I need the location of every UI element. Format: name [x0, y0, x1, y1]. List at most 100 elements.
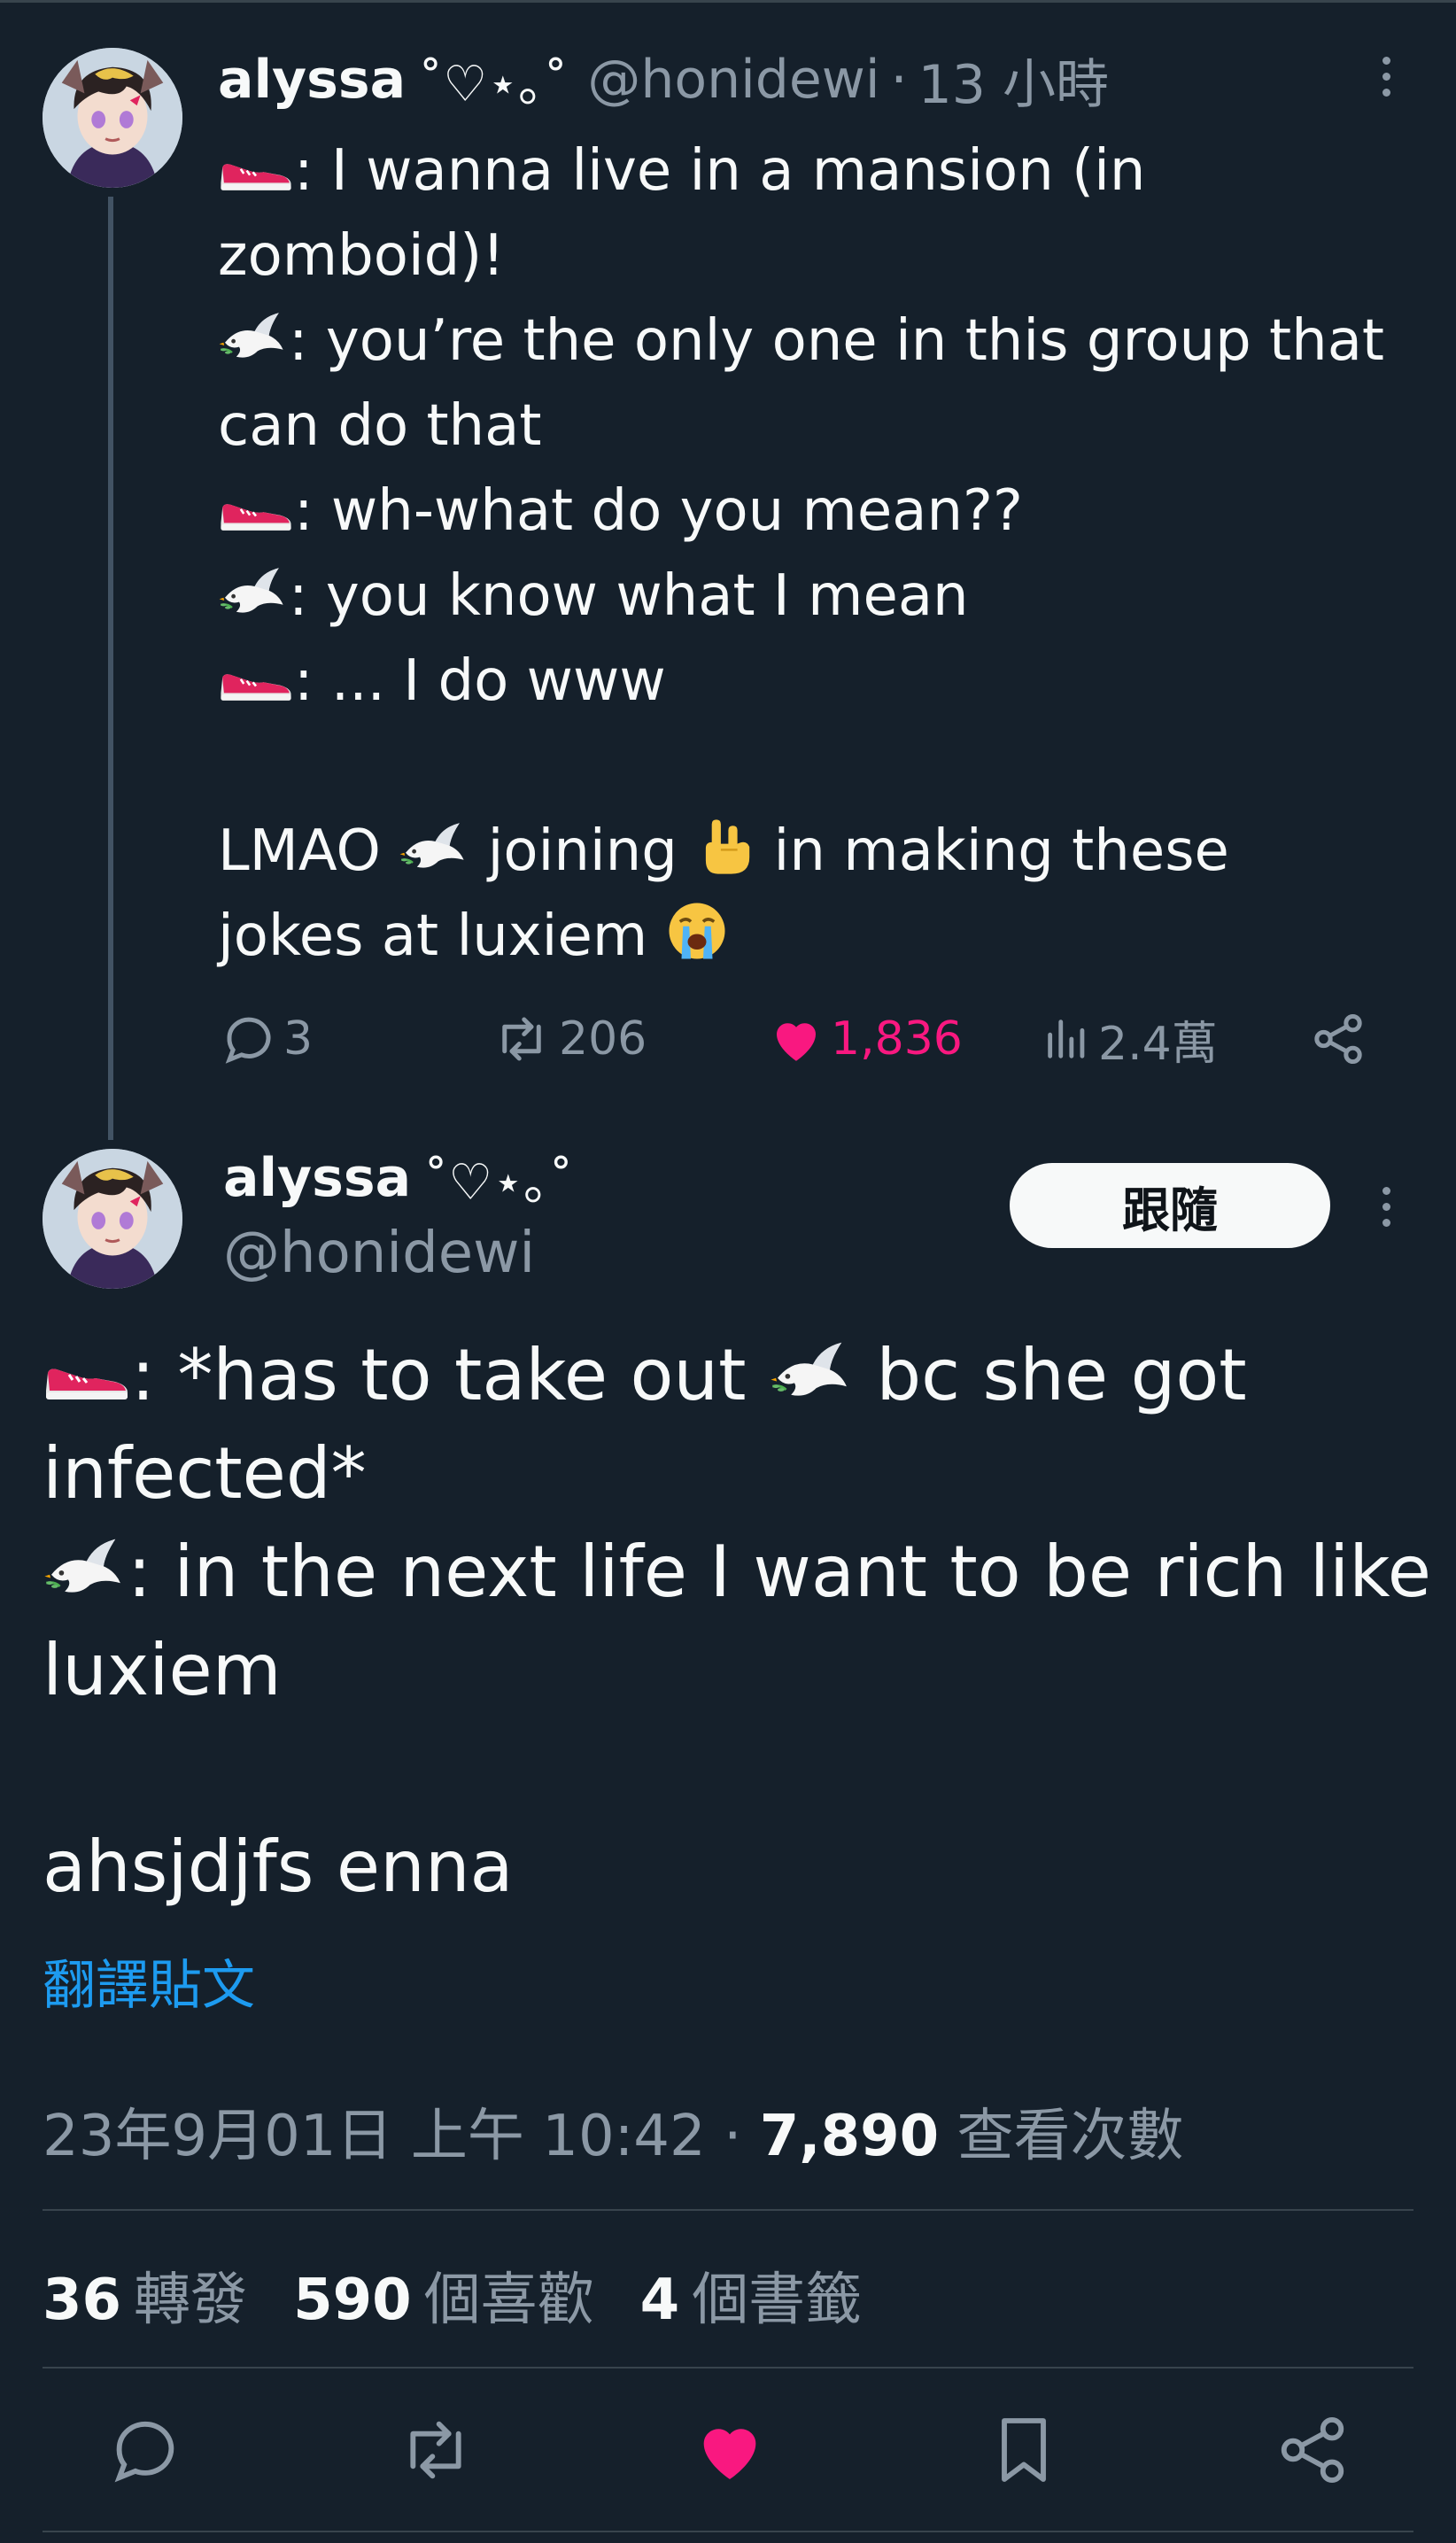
- tweet-line: : ... I do www: [218, 639, 1413, 724]
- retweet-icon: [410, 2421, 461, 2479]
- name-decoration: ˚♡⋆｡˚: [418, 55, 569, 113]
- dove-icon: [218, 565, 289, 622]
- views-button[interactable]: 2.4萬: [1042, 1001, 1218, 1077]
- header-separator: ·: [890, 49, 908, 111]
- dove-icon: [769, 1339, 854, 1407]
- avatar[interactable]: [43, 48, 182, 188]
- author-name[interactable]: alyssa: [223, 1147, 411, 1209]
- tweet-line-text: : ... I do www: [294, 648, 666, 714]
- tweet-line-text: infected*: [43, 1432, 367, 1515]
- retweet-button[interactable]: [397, 2411, 475, 2489]
- tweet-line: can do that: [218, 384, 1413, 469]
- bookmarks-stat[interactable]: 4 個書籤: [640, 2254, 863, 2336]
- sneaker-icon: [218, 491, 294, 537]
- like-count: 1,836: [831, 1012, 963, 1066]
- reply-button[interactable]: [106, 2411, 184, 2489]
- views-count: 7,890: [759, 2104, 940, 2169]
- tweet-line: jokes at luxiem: [218, 894, 1413, 979]
- retweets-label: 轉發: [134, 2268, 248, 2333]
- divider: [43, 2367, 1413, 2369]
- main-tweet-text: : *has to take out bc she got infected* …: [43, 1326, 1431, 1916]
- name-decoration: ˚♡⋆｡˚: [423, 1153, 574, 1212]
- tweet-line: : wh-what do you mean??: [218, 469, 1413, 554]
- retweets-stat[interactable]: 36 轉發: [43, 2254, 247, 2336]
- tweet-line: : I wanna live in a mansion (in: [218, 128, 1413, 213]
- tweet-line: ahsjdjfs enna: [43, 1818, 1424, 1916]
- sneaker-icon: [218, 151, 294, 197]
- tweet-line-text: jokes at luxiem: [218, 903, 666, 969]
- retweet-button[interactable]: 206: [490, 1001, 647, 1077]
- crying-face-icon: [666, 900, 728, 962]
- parent-tweet-header: alyssa ˚♡⋆｡˚ @honidewi · 13 小時: [218, 44, 1109, 116]
- tweet-line: : in the next life I want to be rich lik…: [43, 1523, 1431, 1621]
- avatar-image: [43, 48, 182, 188]
- heart-icon: [777, 1023, 816, 1061]
- main-tweet-author: alyssa ˚♡⋆｡˚: [223, 1143, 573, 1213]
- tweet-line-text: : *has to take out: [131, 1334, 769, 1416]
- follow-button[interactable]: 跟隨: [1010, 1163, 1330, 1248]
- sneaker-icon: [218, 661, 294, 707]
- avatar[interactable]: [43, 1149, 182, 1289]
- author-handle[interactable]: @honidewi: [223, 1221, 535, 1286]
- tweet-meta: 23年9月01日 上午 10:42 · 7,890 查看次數: [43, 2090, 1184, 2172]
- tweet-line-text: joining: [469, 818, 696, 884]
- tweet-line-text: ahsjdjfs enna: [43, 1826, 514, 1908]
- views-count: 2.4萬: [1098, 1017, 1218, 1071]
- bookmark-button[interactable]: [985, 2411, 1063, 2489]
- tweet-line-text: : wh-what do you mean??: [294, 478, 1023, 544]
- tweet-line-text: LMAO: [218, 818, 399, 884]
- bookmarks-label: 個書籤: [692, 2268, 863, 2333]
- likes-stat[interactable]: 590 個喜歡: [293, 2254, 594, 2336]
- top-divider: [0, 0, 1456, 3]
- like-button[interactable]: [691, 2411, 769, 2489]
- tweet-line: luxiem: [43, 1621, 1424, 1719]
- tweet-time[interactable]: 13 小時: [918, 42, 1109, 119]
- bookmarks-count: 4: [639, 2268, 680, 2333]
- engagement-stats: 36 轉發 590 個喜歡 4 個書籤: [43, 2254, 862, 2336]
- share-button[interactable]: [1274, 2411, 1351, 2489]
- like-button[interactable]: 1,836: [767, 1001, 963, 1077]
- views-bar-chart-icon: [1048, 1020, 1085, 1058]
- reply-count: 3: [283, 1012, 314, 1066]
- tweet-line-text: : you know what I mean: [289, 563, 969, 629]
- tweet-line: zomboid)!: [218, 213, 1413, 298]
- tweet-line-text: can do that: [218, 393, 542, 459]
- retweet-icon: [502, 1017, 541, 1061]
- tweet-timestamp[interactable]: 23年9月01日 上午 10:42: [43, 2104, 706, 2169]
- reply-button[interactable]: 3: [220, 1001, 313, 1077]
- bookmark-icon: [1002, 2418, 1046, 2482]
- meta-separator: ·: [724, 2104, 742, 2169]
- more-options-icon[interactable]: [1368, 41, 1404, 112]
- share-icon: [1281, 2416, 1344, 2484]
- tweet-line-text: in making these: [755, 818, 1229, 884]
- tweet-line-text: : in the next life I want to be rich lik…: [128, 1531, 1431, 1613]
- translate-post-link[interactable]: 翻譯貼文: [43, 1942, 255, 2020]
- tweet-line: LMAO joining in making these: [218, 809, 1413, 894]
- author-handle[interactable]: @honidewi: [587, 49, 879, 111]
- author-name[interactable]: alyssa: [218, 49, 406, 111]
- tweet-line: : you’re the only one in this group that: [218, 298, 1413, 384]
- tweet-line-text: : I wanna live in a mansion (in: [294, 138, 1146, 204]
- dove-icon: [218, 310, 289, 367]
- reply-icon: [114, 2421, 174, 2483]
- reply-icon: [225, 1017, 271, 1064]
- heart-icon: [703, 2429, 756, 2479]
- dove-icon: [43, 1536, 128, 1603]
- share-icon: [1314, 1013, 1362, 1065]
- share-button[interactable]: [1309, 1001, 1367, 1077]
- divider: [43, 2531, 1413, 2532]
- tweet-line: infected*: [43, 1424, 1424, 1523]
- avatar-image: [43, 1149, 182, 1289]
- tweet-line-text: zomboid)!: [218, 223, 505, 289]
- tweet-line-text: luxiem: [43, 1629, 282, 1711]
- tweet-line-text: bc she got: [853, 1334, 1247, 1416]
- tweet-line-text: : you’re the only one in this group that: [289, 308, 1384, 374]
- tweet-line: : *has to take out bc she got: [43, 1326, 1424, 1424]
- parent-tweet-text: : I wanna live in a mansion (in zomboid)…: [218, 128, 1413, 979]
- likes-label: 個喜歡: [423, 2268, 594, 2333]
- sneaker-icon: [43, 1353, 131, 1407]
- likes-count: 590: [293, 2268, 412, 2333]
- more-options-icon[interactable]: [1368, 1171, 1404, 1242]
